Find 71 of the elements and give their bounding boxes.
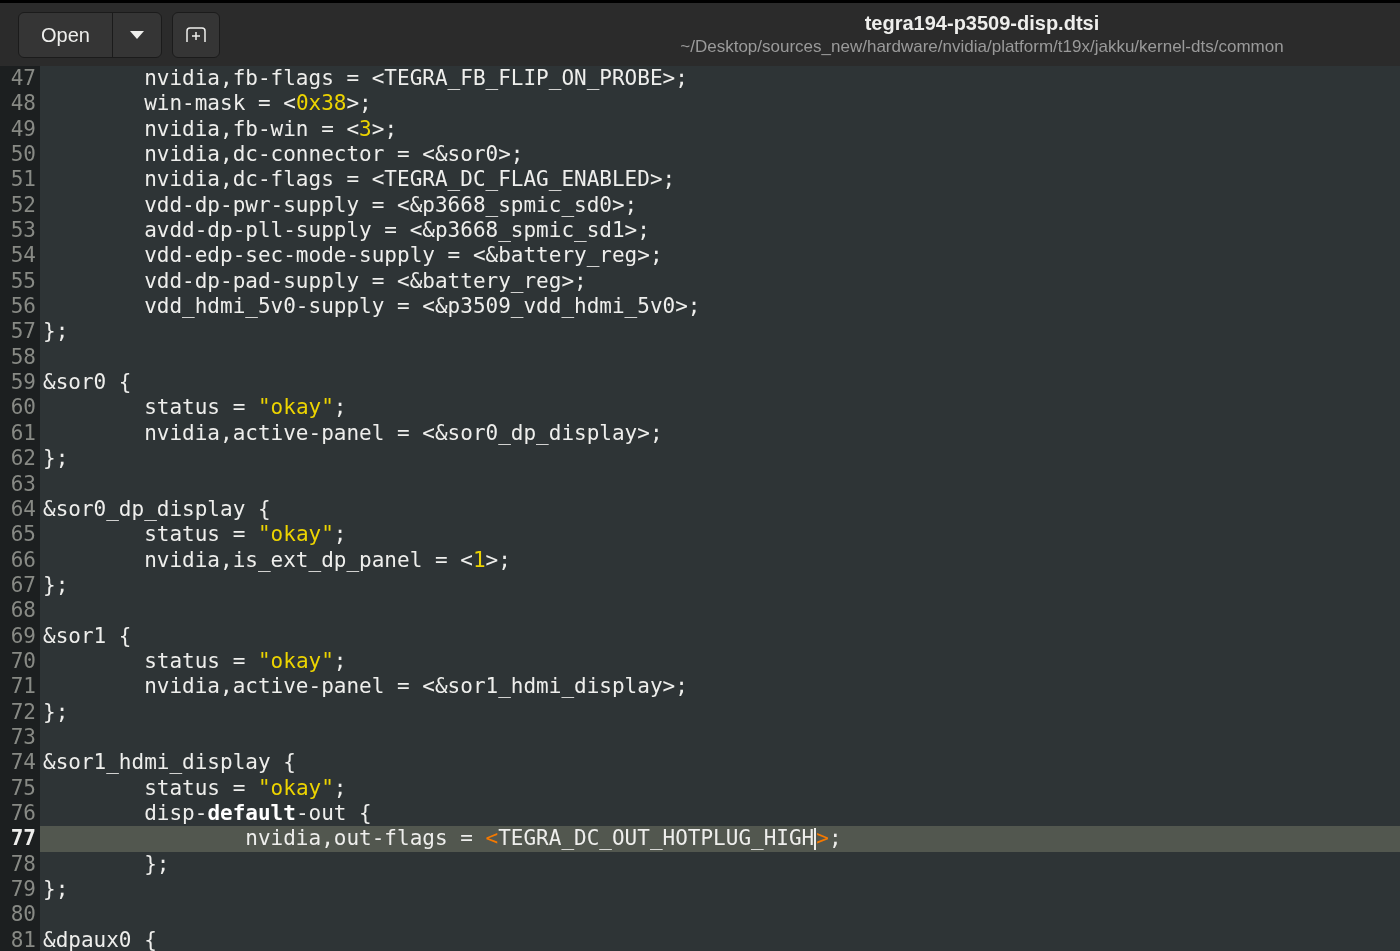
- code-line: };: [42, 572, 69, 599]
- line-number: 52: [0, 192, 40, 219]
- line-number: 48: [0, 91, 40, 117]
- new-tab-button[interactable]: [171, 11, 220, 58]
- code-line: };: [143, 851, 170, 877]
- code-line: &dpaux0 {: [42, 927, 157, 951]
- line-number: 53: [0, 218, 40, 244]
- line-number: 69: [0, 623, 40, 649]
- line-number: 74: [0, 750, 40, 776]
- code-line: &sor0_dp_display {: [42, 496, 271, 523]
- line-number: 70: [0, 648, 40, 675]
- code-line: win-mask = <0x38>;: [143, 91, 372, 117]
- line-number: 72: [0, 699, 40, 725]
- line-number: 59: [0, 370, 40, 396]
- line-number: 66: [0, 547, 40, 573]
- line-number: 62: [0, 446, 40, 472]
- code-line: nvidia,dc-connector = <&sor0>;: [143, 142, 524, 168]
- line-number: 77: [0, 826, 40, 852]
- line-number: 51: [0, 167, 40, 193]
- code-line: nvidia,active-panel = <&sor1_hdmi_display>;: [143, 674, 688, 700]
- text-cursor: [814, 828, 817, 851]
- window-title: tegra194-p3509-disp.dtsi: [864, 11, 1100, 37]
- code-line: &sor1 {: [42, 623, 132, 649]
- line-number: 61: [0, 420, 40, 447]
- code-line: };: [42, 699, 69, 725]
- line-number: 75: [0, 775, 40, 801]
- code-line: status = "okay";: [143, 648, 347, 675]
- line-number: 47: [0, 66, 40, 92]
- line-number: 63: [0, 471, 40, 497]
- code-line: nvidia,dc-flags = <TEGRA_DC_FLAG_ENABLED>;: [143, 167, 676, 193]
- code-line: nvidia,active-panel = <&sor0_dp_display>;: [143, 420, 663, 447]
- line-number: 71: [0, 674, 40, 700]
- line-number: 80: [0, 902, 40, 928]
- code-line: status = "okay";: [143, 395, 347, 421]
- line-number: 64: [0, 496, 40, 523]
- code-line: nvidia,out-flags = <TEGRA_DC_OUT_HOTPLUG_HIGH>;: [244, 826, 842, 852]
- line-number: 54: [0, 243, 40, 269]
- line-number: 81: [0, 927, 40, 951]
- code-line: status = "okay";: [143, 775, 347, 801]
- line-number: 58: [0, 344, 40, 371]
- line-number: 49: [0, 116, 40, 143]
- line-number: 73: [0, 724, 40, 751]
- line-number: 68: [0, 598, 40, 624]
- code-line: nvidia,fb-win = <3>;: [143, 116, 398, 143]
- line-number: 55: [0, 268, 40, 295]
- code-line: vdd-dp-pwr-supply = <&p3668_spmic_sd0>;: [143, 192, 638, 219]
- code-line: nvidia,fb-flags = <TEGRA_FB_FLIP_ON_PROBE>;: [143, 66, 688, 92]
- code-line: nvidia,is_ext_dp_panel = <1>;: [143, 547, 511, 573]
- line-number: 56: [0, 294, 40, 320]
- line-number: 65: [0, 522, 40, 548]
- caret-icon: [129, 30, 144, 39]
- code-line: &sor1_hdmi_display {: [42, 750, 296, 776]
- line-number: 79: [0, 877, 40, 903]
- code-line: vdd-dp-pad-supply = <&battery_reg>;: [143, 268, 587, 295]
- line-number: 50: [0, 142, 40, 168]
- file-path: ~/Desktop/sources_new/hardware/nvidia/platform/t19x/jakku/kernel-dts/common: [680, 36, 1284, 58]
- code-line: };: [42, 877, 69, 903]
- line-number: 60: [0, 395, 40, 421]
- code-line: avdd-dp-pll-supply = <&p3668_spmic_sd1>;: [143, 218, 650, 244]
- code-line: disp-default-out {: [143, 800, 372, 827]
- line-number: 67: [0, 572, 40, 599]
- line-number: 57: [0, 319, 40, 345]
- code-line: &sor0 {: [42, 370, 132, 396]
- line-number: 76: [0, 800, 40, 827]
- code-line: };: [42, 319, 69, 345]
- new-tab-icon: [184, 26, 207, 43]
- code-line: vdd-edp-sec-mode-supply = <&battery_reg>;: [143, 243, 663, 269]
- code-line: };: [42, 446, 69, 472]
- line-number: 78: [0, 851, 40, 877]
- code-line: vdd_hdmi_5v0-supply = <&p3509_vdd_hdmi_5v0>;: [143, 294, 701, 320]
- code-line: status = "okay";: [143, 522, 347, 548]
